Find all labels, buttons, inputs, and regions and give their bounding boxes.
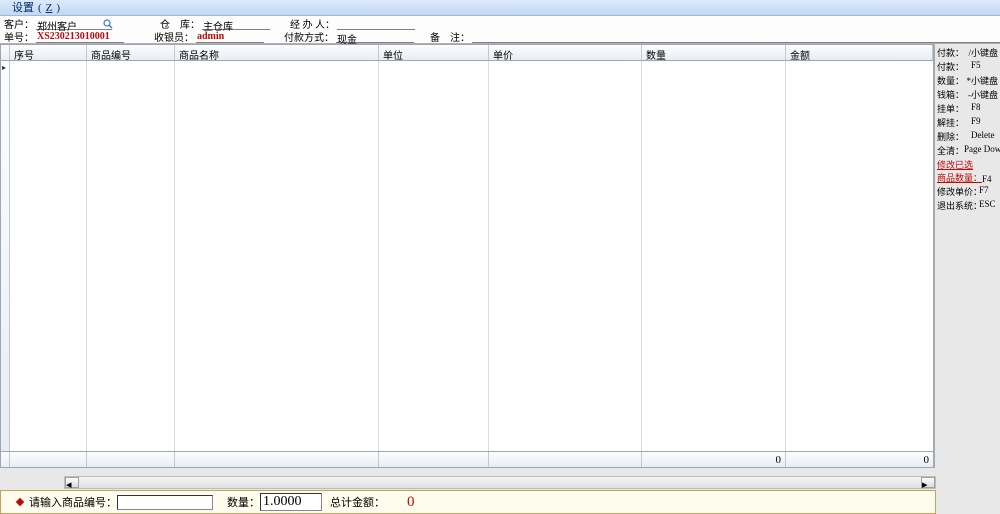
cashier-label: 收银员： <box>154 29 194 44</box>
col-seq[interactable]: 序号 <box>10 45 87 60</box>
row-indicator-icon <box>1 61 10 451</box>
warehouse-field[interactable]: 主仓库 <box>202 18 270 30</box>
handler-field[interactable] <box>337 18 415 30</box>
search-icon[interactable] <box>102 18 114 30</box>
col-code[interactable]: 商品编号 <box>87 45 175 60</box>
qty-input[interactable]: 1.0000 <box>260 493 322 511</box>
prompt-label: 请输入商品编号： <box>29 494 117 510</box>
cashier-value: admin <box>196 31 264 43</box>
product-code-input[interactable] <box>117 495 213 510</box>
grid-header: 序号 商品编号 商品名称 单位 单价 数量 金额 <box>1 45 933 61</box>
horizontal-scrollbar[interactable]: ◂ ▸ <box>64 476 936 489</box>
footer-bar: 请输入商品编号： 数量： 1.0000 总计金额： 0 <box>0 490 936 514</box>
order-label: 单号： <box>4 29 34 44</box>
remark-label: 备 注： <box>430 29 470 44</box>
shortcuts-panel: 付款：/小键盘 付款：F5 数量：*小键盘 钱箱：-小键盘 挂单：F8 解挂：F… <box>934 44 1000 468</box>
diamond-icon <box>16 498 24 506</box>
header-form: 客户： 郑州客户 仓 库： 主仓库 经 办 人： 单号： XS230213010… <box>0 16 1000 44</box>
shortcut-modify-qty: 修改已选商品数量：F4 <box>937 158 998 184</box>
menu-bar: 设置(Z) <box>0 0 1000 16</box>
total-amount: 0 <box>786 452 933 467</box>
col-amount[interactable]: 金额 <box>786 45 933 60</box>
customer-field[interactable]: 郑州客户 <box>36 18 112 30</box>
paymethod-field[interactable]: 现金 <box>336 31 414 43</box>
col-unit[interactable]: 单位 <box>379 45 489 60</box>
grid-body[interactable] <box>1 61 933 451</box>
total-label: 总计金额： <box>330 494 385 510</box>
paymethod-label: 付款方式： <box>284 29 334 44</box>
col-price[interactable]: 单价 <box>489 45 642 60</box>
items-grid[interactable]: 序号 商品编号 商品名称 单位 单价 数量 金额 0 0 <box>0 44 934 468</box>
remark-field[interactable] <box>472 31 1000 43</box>
grid-total-row: 0 0 <box>1 451 933 467</box>
total-value: 0 <box>407 494 415 511</box>
col-name[interactable]: 商品名称 <box>175 45 379 60</box>
qty-label: 数量： <box>227 494 260 510</box>
order-number: XS230213010001 <box>36 31 124 43</box>
col-qty[interactable]: 数量 <box>642 45 786 60</box>
total-qty: 0 <box>642 452 786 467</box>
menu-settings[interactable]: 设置(Z) <box>4 2 64 14</box>
